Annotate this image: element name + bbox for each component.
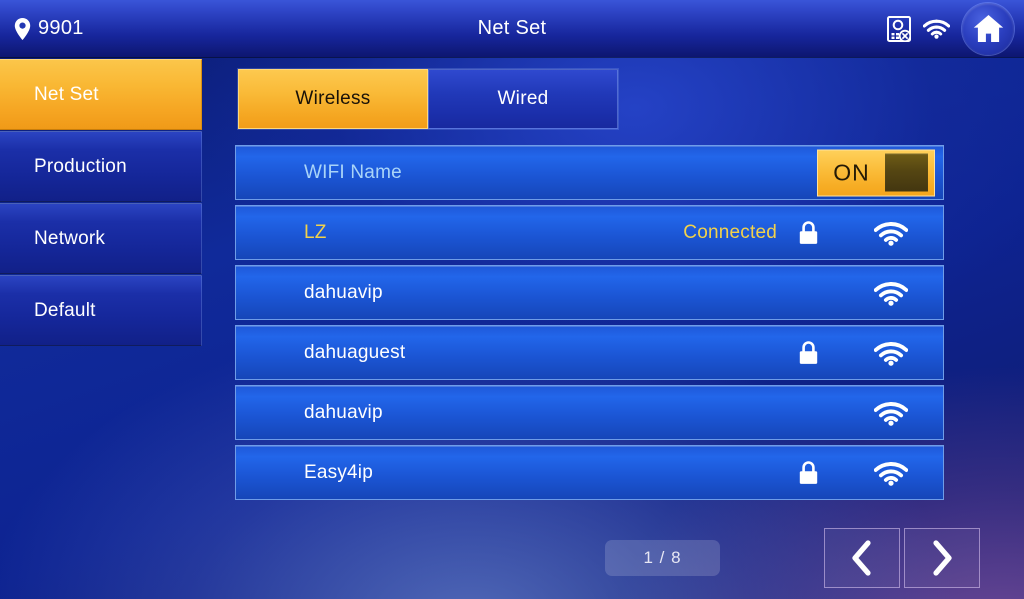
wifi-security-slot [777, 220, 839, 245]
wifi-row-status-group [777, 326, 943, 379]
previous-page-button[interactable] [824, 528, 900, 588]
lock-icon [798, 340, 819, 365]
wifi-ssid-label: dahuavip [304, 281, 383, 303]
room-number-label: 9901 [38, 17, 84, 39]
wifi-signal-slot [839, 280, 943, 306]
wifi-ssid-label: LZ [304, 221, 327, 243]
home-button[interactable] [962, 2, 1014, 55]
wifi-signal-slot [839, 220, 943, 246]
wifi-row-status-group [777, 386, 943, 439]
sidebar-item-default[interactable]: Default [0, 275, 202, 346]
tab-wireless[interactable]: Wireless [238, 69, 428, 129]
wifi-network-row[interactable]: dahuaguest [235, 325, 944, 380]
wifi-ssid-label: Easy4ip [304, 461, 373, 483]
sidebar-item-label: Default [34, 299, 96, 321]
sidebar-item-label: Net Set [34, 83, 99, 105]
wifi-enable-toggle[interactable]: ON [817, 149, 935, 196]
wifi-signal-slot [839, 460, 943, 486]
sidebar-item-label: Network [34, 227, 106, 249]
sidebar-item-network[interactable]: Network [0, 203, 202, 274]
lock-icon [798, 220, 819, 245]
wifi-icon [874, 400, 908, 426]
sidebar-item-label: Production [34, 155, 127, 177]
chevron-right-icon [930, 540, 954, 576]
wifi-security-slot [777, 460, 839, 485]
next-page-button[interactable] [904, 528, 980, 588]
door-station-disconnected-icon [887, 15, 911, 42]
wifi-row-status-group [777, 266, 943, 319]
wifi-network-list: WIFI Name ON LZ Connected dahuavip dahua… [235, 145, 944, 505]
wifi-network-row[interactable]: LZ Connected [235, 205, 944, 260]
wifi-list-header-row: WIFI Name ON [235, 145, 944, 200]
toggle-knob [885, 153, 928, 192]
wifi-network-row[interactable]: dahuavip [235, 385, 944, 440]
room-indicator: 9901 [14, 0, 84, 57]
home-icon [973, 14, 1004, 43]
wifi-network-row[interactable]: Easy4ip [235, 445, 944, 500]
wifi-row-status-group: Connected [683, 206, 943, 259]
sidebar-item-production[interactable]: Production [0, 131, 202, 202]
wifi-icon [923, 18, 950, 39]
toggle-state-label: ON [833, 159, 870, 185]
wifi-icon [874, 280, 908, 306]
chevron-left-icon [850, 540, 874, 576]
wifi-signal-slot [839, 340, 943, 366]
device-screen: 9901 Net Set Net Set Production Network … [0, 0, 1024, 599]
wifi-security-slot [777, 340, 839, 365]
wifi-icon [874, 340, 908, 366]
page-title: Net Set [477, 17, 547, 39]
wifi-signal-slot [839, 400, 943, 426]
wifi-network-row[interactable]: dahuavip [235, 265, 944, 320]
sidebar-menu: Net Set Production Network Default [0, 59, 202, 347]
connection-type-tabs: Wireless Wired [238, 69, 618, 129]
sidebar-item-net-set[interactable]: Net Set [0, 59, 202, 130]
wifi-ssid-label: dahuavip [304, 401, 383, 423]
tab-wired[interactable]: Wired [428, 69, 618, 129]
location-pin-icon [14, 17, 31, 40]
wifi-row-status-group [777, 446, 943, 499]
wifi-name-column-label: WIFI Name [304, 161, 402, 183]
wifi-icon [874, 220, 908, 246]
lock-icon [798, 460, 819, 485]
status-icons [887, 0, 1014, 57]
page-indicator: 1 / 8 [605, 540, 720, 576]
title-bar: 9901 Net Set [0, 0, 1024, 57]
wifi-connection-status: Connected [683, 221, 777, 243]
wifi-ssid-label: dahuaguest [304, 341, 406, 363]
wifi-icon [874, 460, 908, 486]
